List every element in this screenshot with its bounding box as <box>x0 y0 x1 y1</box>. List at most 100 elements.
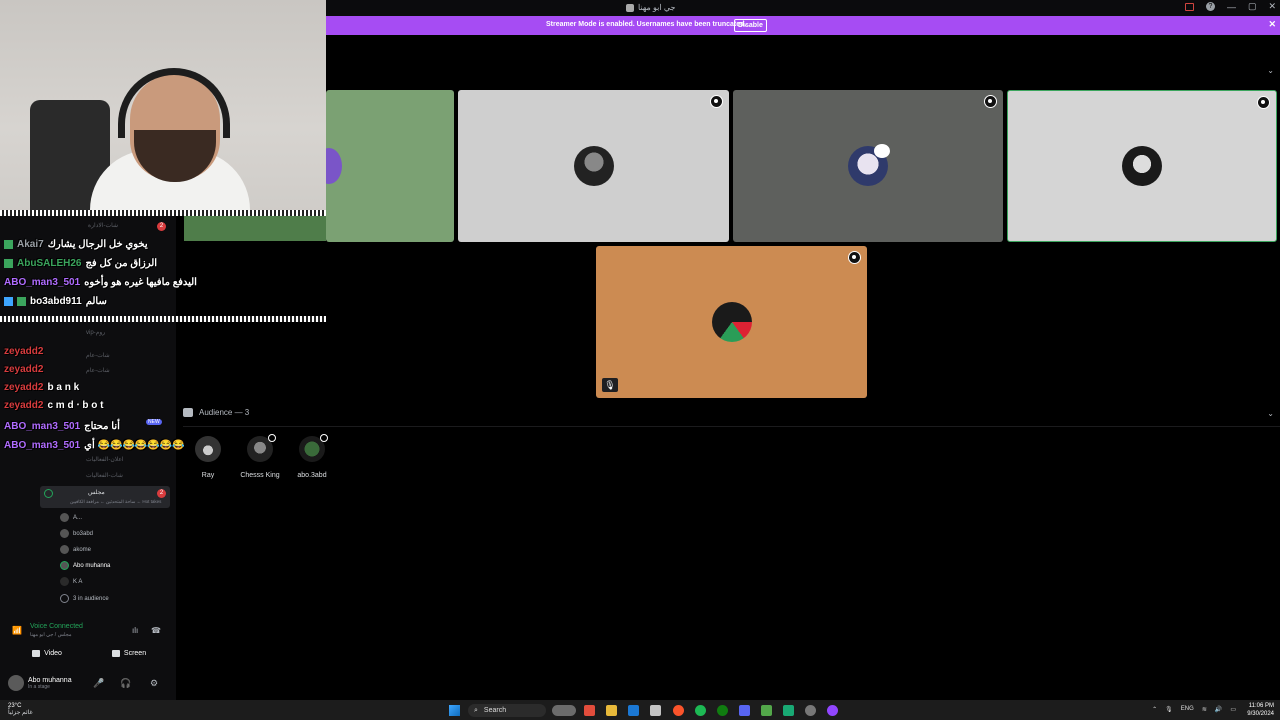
headphones-icon[interactable]: 🎧 <box>120 678 131 689</box>
search-icon: ⌕ <box>474 706 478 714</box>
minimize-button[interactable]: — <box>1227 2 1236 12</box>
audience-icon <box>183 408 193 417</box>
clock[interactable]: 11:06 PM 9/30/2024 <box>1247 702 1274 718</box>
channel-item[interactable]: vip-روم <box>86 329 105 336</box>
disable-streamer-mode-button[interactable]: Disable <box>734 19 767 32</box>
speaker-tile[interactable] <box>733 90 1003 242</box>
voice-user[interactable]: A... <box>60 513 82 522</box>
muted-mic-icon: 🎙 <box>602 378 618 392</box>
settings-gear-icon[interactable]: ⚙ <box>150 678 158 689</box>
voice-channel-name[interactable]: مجلس / جي ابو مهنا <box>30 632 72 638</box>
avatar <box>247 434 276 462</box>
audience-member[interactable]: Chesss King <box>235 434 285 479</box>
app-icon[interactable] <box>783 705 794 716</box>
voice-user[interactable]: bo3abd <box>60 529 93 538</box>
avatar <box>60 513 69 522</box>
taskbar-search[interactable]: ⌕ Search <box>468 704 546 717</box>
video-button[interactable]: Video <box>8 645 86 661</box>
chat-message: ABO_man3_501 أنا محتاج <box>4 421 120 432</box>
disconnect-icon[interactable]: ☎ <box>151 626 161 635</box>
speaker-tile[interactable] <box>1007 90 1277 242</box>
window-controls: ? — ▢ ✕ <box>1184 1 1276 12</box>
channel-item[interactable]: شات-عام <box>86 367 110 374</box>
voice-user[interactable]: K A <box>60 577 82 586</box>
audience-count[interactable]: 3 in audience <box>60 594 109 603</box>
audience-header[interactable]: Audience — 3 <box>183 408 249 417</box>
chat-message: Akai7 يخوي خل الرجال يشارك <box>4 239 148 250</box>
microphone-icon[interactable]: 🎤 <box>93 678 104 689</box>
microphone-tray-icon[interactable]: 🎙 <box>1165 706 1173 713</box>
pin-icon[interactable] <box>848 251 861 264</box>
streamer-mode-banner: Streamer Mode is enabled. Usernames have… <box>326 16 1280 35</box>
channel-item[interactable]: شات-الفعاليات <box>86 472 123 479</box>
screen: جي ابو مهنا ? — ▢ ✕ Streamer Mode is ena… <box>0 0 1280 720</box>
xbox-icon[interactable] <box>717 705 728 716</box>
active-stage-channel[interactable]: مجلس ساحة المتحدثين ← مرافعة الكافيين ← … <box>40 486 170 508</box>
avatar <box>195 436 221 462</box>
windows-start-icon[interactable] <box>449 705 460 716</box>
app-icon[interactable] <box>761 705 772 716</box>
badge-icon <box>4 297 13 306</box>
discord-icon[interactable] <box>739 705 750 716</box>
channel-item[interactable]: شات-عام <box>86 352 110 359</box>
chevron-down-icon[interactable]: ⌄ <box>1267 409 1274 418</box>
channel-item[interactable]: شات-الادارة <box>88 222 118 229</box>
signal-icon: 📶 <box>12 626 22 635</box>
screen-share-button[interactable]: Screen <box>90 645 168 661</box>
avatar <box>299 434 328 462</box>
chat-message: zeyadd2 c m d ‧ b o t <box>4 400 104 411</box>
language-indicator[interactable]: ENG <box>1181 706 1194 713</box>
copilot-icon[interactable] <box>584 705 595 716</box>
speaker-tile[interactable] <box>458 90 729 242</box>
status-bubble <box>874 144 890 158</box>
weather-widget[interactable]: 23°C غائم جزئياً <box>8 703 33 717</box>
maximize-button[interactable]: ▢ <box>1248 1 1257 12</box>
voice-connected-status[interactable]: Voice Connected <box>30 623 83 630</box>
brave-browser-icon[interactable] <box>673 705 684 716</box>
title-bar: جي ابو مهنا ? — ▢ ✕ <box>326 0 1280 16</box>
chat-message: AbuSALEH26 الرزاق من كل فج <box>4 258 157 269</box>
chevron-up-icon[interactable]: ⌃ <box>1152 706 1157 713</box>
pin-icon[interactable] <box>710 95 723 108</box>
obs-icon[interactable] <box>805 705 816 716</box>
user-panel[interactable]: Abo muhanna In a stage <box>8 675 72 691</box>
chevron-down-icon[interactable]: ⌄ <box>1267 66 1274 75</box>
voice-user[interactable]: akome <box>60 545 91 554</box>
system-tray: ⌃ 🎙 ENG ≋ 🔊 ▭ <box>1152 706 1236 713</box>
mail-icon[interactable] <box>628 705 639 716</box>
speaker-tile-partial[interactable] <box>326 90 454 242</box>
audience-member[interactable]: abo.3abd <box>287 434 337 479</box>
chat-message: zeyadd2 <box>4 346 44 357</box>
twitch-icon[interactable] <box>827 705 838 716</box>
pin-icon[interactable] <box>984 95 997 108</box>
avatar <box>711 302 752 342</box>
calendar-icon[interactable] <box>650 705 661 716</box>
badge-icon <box>4 259 13 268</box>
noise-suppression-icon[interactable]: ılı <box>132 626 138 635</box>
file-explorer-icon[interactable] <box>606 705 617 716</box>
divider <box>183 426 1280 427</box>
inbox-icon[interactable] <box>1184 2 1194 11</box>
screen-icon <box>111 649 120 657</box>
spotify-icon[interactable] <box>695 705 706 716</box>
channel-item[interactable]: اعلان-الفعاليات <box>86 456 124 463</box>
widget-icon[interactable] <box>552 705 576 716</box>
voice-user[interactable]: Abo muhanna <box>60 561 110 570</box>
video-strip <box>184 214 326 241</box>
wifi-icon[interactable]: ≋ <box>1202 706 1207 713</box>
chat-message: zeyadd2 b a n k <box>4 382 80 393</box>
battery-icon[interactable]: ▭ <box>1230 706 1236 713</box>
avatar <box>1122 146 1162 186</box>
close-window-button[interactable]: ✕ <box>1268 1 1276 12</box>
headphones <box>118 68 230 138</box>
chat-message: ABO_man3_501 أي 😂😂😂😂😂😂😂 <box>4 440 185 451</box>
pin-icon[interactable] <box>1257 96 1270 109</box>
speaker-tile[interactable]: 🎙 <box>596 246 867 398</box>
banner-message: Streamer Mode is enabled. Usernames have… <box>546 21 747 28</box>
help-icon[interactable]: ? <box>1205 2 1215 11</box>
chat-message: ABO_man3_501 اليدفع مافيها غيره هو وأخوه <box>4 277 197 288</box>
audience-member[interactable]: Ray <box>183 436 233 479</box>
badge-icon <box>17 297 26 306</box>
volume-icon[interactable]: 🔊 <box>1215 706 1222 713</box>
close-banner-icon[interactable]: ✕ <box>1268 19 1276 30</box>
